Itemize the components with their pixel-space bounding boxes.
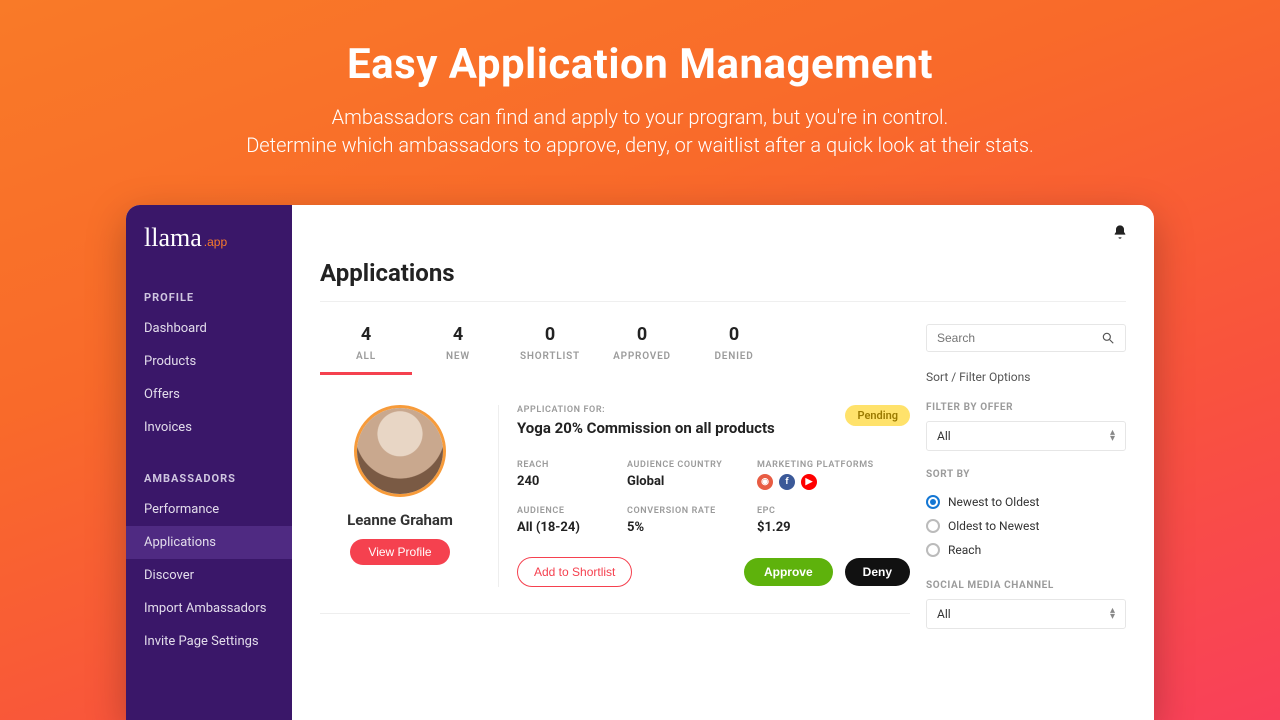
brand-logo: llama.app (126, 205, 292, 273)
sidebar-item-applications[interactable]: Applications (126, 526, 292, 559)
select-arrows-icon: ▴▾ (1110, 430, 1115, 442)
social-channel-select[interactable]: All ▴▾ (926, 599, 1126, 629)
sort-option-reach[interactable]: Reach (926, 538, 1126, 562)
youtube-icon: ▶ (801, 474, 817, 490)
stat-epc: EPC $1.29 (757, 506, 907, 535)
social-channel-label: SOCIAL MEDIA CHANNEL (926, 580, 1126, 591)
sidebar-item-performance[interactable]: Performance (126, 493, 292, 526)
status-tabs: 4 ALL 4 NEW 0 SHORTLIST (320, 324, 910, 375)
stat-reach: REACH 240 (517, 460, 627, 490)
page-title: Applications (320, 259, 1126, 287)
select-arrows-icon: ▴▾ (1110, 608, 1115, 620)
approve-button[interactable]: Approve (744, 558, 833, 586)
sidebar-item-invoices[interactable]: Invoices (126, 411, 292, 444)
radio-icon (926, 519, 940, 533)
tab-shortlist[interactable]: 0 SHORTLIST (504, 324, 596, 375)
sidebar-item-invite-page-settings[interactable]: Invite Page Settings (126, 625, 292, 658)
search-icon (1101, 331, 1115, 345)
sort-by-label: SORT BY (926, 469, 1126, 480)
view-profile-button[interactable]: View Profile (350, 539, 449, 565)
applicant-name: Leanne Graham (320, 511, 480, 529)
sidebar-item-import-ambassadors[interactable]: Import Ambassadors (126, 592, 292, 625)
facebook-icon: f (779, 474, 795, 490)
radio-icon (926, 543, 940, 557)
tab-new[interactable]: 4 NEW (412, 324, 504, 375)
status-badge: Pending (845, 405, 910, 426)
sidebar-item-offers[interactable]: Offers (126, 378, 292, 411)
sidebar-item-dashboard[interactable]: Dashboard (126, 312, 292, 345)
sidebar-section-profile: PROFILE (126, 273, 292, 312)
radio-icon (926, 495, 940, 509)
filter-by-offer-label: FILTER BY OFFER (926, 402, 1126, 413)
stat-conversion: CONVERSION RATE 5% (627, 506, 757, 535)
hero-title: Easy Application Management (0, 40, 1280, 89)
topbar (292, 205, 1154, 259)
sidebar: llama.app PROFILE Dashboard Products Off… (126, 205, 292, 720)
instagram-icon: ◉ (757, 474, 773, 490)
search-box[interactable] (926, 324, 1126, 352)
stat-platforms: MARKETING PLATFORMS ◉ f ▶ (757, 460, 907, 490)
app-window: llama.app PROFILE Dashboard Products Off… (126, 205, 1154, 720)
tab-approved[interactable]: 0 APPROVED (596, 324, 688, 375)
sidebar-section-ambassadors: AMBASSADORS (126, 454, 292, 493)
sort-option-oldest[interactable]: Oldest to Newest (926, 514, 1126, 538)
notifications-icon[interactable] (1112, 224, 1128, 240)
tab-denied[interactable]: 0 DENIED (688, 324, 780, 375)
search-input[interactable] (937, 331, 1101, 345)
main-area: Applications 4 ALL 4 NEW (292, 205, 1154, 720)
sort-filter-title: Sort / Filter Options (926, 370, 1126, 384)
add-to-shortlist-button[interactable]: Add to Shortlist (517, 557, 632, 587)
stat-audience-country: AUDIENCE COUNTRY Global (627, 460, 757, 490)
deny-button[interactable]: Deny (845, 558, 910, 586)
sidebar-item-products[interactable]: Products (126, 345, 292, 378)
avatar (354, 405, 446, 497)
sidebar-item-discover[interactable]: Discover (126, 559, 292, 592)
tab-all[interactable]: 4 ALL (320, 324, 412, 375)
hero-subtitle: Ambassadors can find and apply to your p… (0, 103, 1280, 159)
filter-by-offer-select[interactable]: All ▴▾ (926, 421, 1126, 451)
stat-audience: AUDIENCE All (18-24) (517, 506, 627, 535)
application-card: Leanne Graham View Profile Pending APPLI… (320, 405, 910, 587)
sort-option-newest[interactable]: Newest to Oldest (926, 490, 1126, 514)
